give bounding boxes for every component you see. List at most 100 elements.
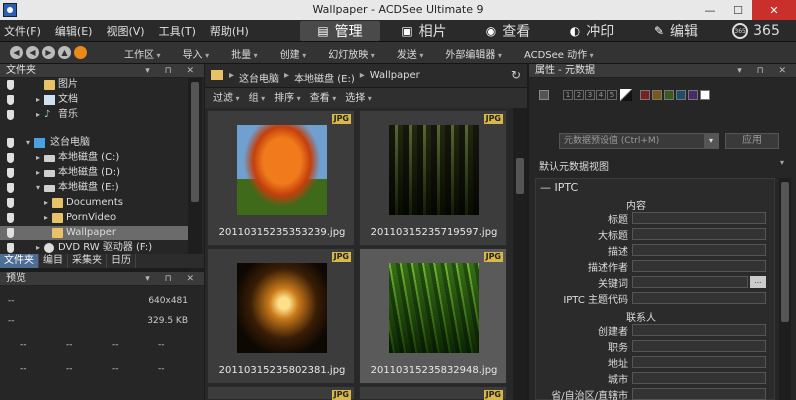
field-input[interactable] (632, 260, 766, 272)
expand-icon[interactable]: ▸ (44, 196, 48, 210)
color-label-green[interactable] (664, 90, 674, 100)
pin-icon[interactable] (7, 243, 14, 253)
toolbar-create[interactable]: 创建 (280, 46, 307, 61)
tab-catalog[interactable]: 编目 (39, 254, 68, 268)
mode-view[interactable]: ◉ 查看 (468, 21, 548, 41)
pin-icon[interactable] (7, 213, 14, 223)
folder-tree-item[interactable]: ▸ 本地磁盘 (D:) (0, 166, 188, 180)
metadata-scroll-thumb[interactable] (781, 182, 789, 322)
field-input[interactable] (632, 388, 766, 400)
toolbar-import[interactable]: 导入 (183, 46, 210, 61)
file-tile[interactable]: JPG 20110315235719597.jpg (359, 110, 507, 246)
menu-edit[interactable]: 编辑(E) (55, 23, 93, 39)
toolbar-send[interactable]: 发送 (397, 46, 424, 61)
color-label-purple[interactable] (688, 90, 698, 100)
filter-menu[interactable]: 过滤 (213, 90, 240, 108)
breadcrumb-wallpaper[interactable]: Wallpaper (370, 70, 420, 85)
pin-icon[interactable] (7, 168, 14, 178)
mode-develop[interactable]: ◐ 冲印 (552, 21, 632, 41)
metadata-preset-select[interactable]: 元数据预设值 (Ctrl+M) ▾ (559, 133, 719, 149)
file-tile[interactable]: JPG 20110315235832948.jpg (359, 248, 507, 384)
forward-icon[interactable]: ▶ (42, 46, 55, 59)
metadata-scrollbar[interactable] (779, 178, 791, 400)
menu-help[interactable]: 帮助(H) (210, 23, 249, 39)
tab-calendar[interactable]: 日历 (107, 254, 136, 268)
apply-button[interactable]: 应用 (725, 133, 779, 149)
file-list-scroll-thumb[interactable] (516, 158, 524, 194)
mode-edit[interactable]: ✎ 编辑 (636, 21, 716, 41)
toolbar-batch[interactable]: 批量 (231, 46, 258, 61)
clear-rating-icon[interactable] (620, 89, 632, 101)
color-label-yellow[interactable] (652, 90, 662, 100)
expand-icon[interactable]: ▸ (36, 151, 40, 165)
file-tile[interactable]: JPG 20110315235353239.jpg (207, 110, 355, 246)
back-icon[interactable]: ◀ (10, 46, 23, 59)
tab-folders[interactable]: 文件夹 (0, 254, 39, 268)
panel-controls[interactable]: ▾ ⊓ ✕ (145, 64, 200, 78)
file-list-scrollbar[interactable] (513, 108, 527, 400)
folders-scroll-thumb[interactable] (191, 82, 199, 202)
toolbar-slideshow[interactable]: 幻灯放映 (328, 46, 375, 61)
keywords-browse-button[interactable]: ... (750, 276, 766, 288)
pin-icon[interactable] (7, 110, 14, 120)
field-input[interactable] (632, 244, 766, 256)
chevron-down-icon[interactable]: ▾ (704, 134, 718, 148)
folder-tree-item[interactable]: ▸ Documents (0, 196, 188, 210)
menu-tools[interactable]: 工具(T) (159, 23, 196, 39)
expand-icon[interactable]: ▸ (36, 241, 40, 255)
tab-collections[interactable]: 采集夹 (68, 254, 107, 268)
folder-tree-item[interactable]: Wallpaper (0, 226, 188, 240)
menu-view[interactable]: 视图(V) (106, 23, 144, 39)
iptc-section-title[interactable]: — IPTC (540, 181, 578, 194)
preview-panel-controls[interactable]: ▾ ⊓ ✕ (145, 272, 200, 286)
rating-4[interactable]: 4 (596, 90, 606, 100)
color-label-red[interactable] (640, 90, 650, 100)
properties-panel-controls[interactable]: ▾ ⊓ ✕ (737, 64, 792, 78)
folder-tree-item[interactable]: ▾ 这台电脑 (0, 136, 188, 150)
toolbar-external-editor[interactable]: 外部编辑器 (445, 46, 502, 61)
folder-tree-item[interactable]: ▸ DVD RW 驱动器 (F:) (0, 241, 188, 255)
expand-icon[interactable]: ▾ (26, 136, 30, 150)
expand-icon[interactable]: ▾ (36, 181, 40, 195)
pin-icon[interactable] (7, 183, 14, 193)
close-button[interactable]: ✕ (752, 0, 796, 20)
mode-photos[interactable]: ▣ 相片 (384, 21, 464, 41)
group-menu[interactable]: 组 (249, 90, 266, 108)
toolbar-workspace[interactable]: 工作区 (124, 46, 161, 61)
folder-tree-item[interactable]: ▾ 本地磁盘 (E:) (0, 181, 188, 195)
sort-menu[interactable]: 排序 (274, 90, 301, 108)
field-input[interactable] (632, 228, 766, 240)
rating-1[interactable]: 1 (563, 90, 573, 100)
expand-icon[interactable]: ▸ (36, 93, 40, 107)
expand-icon[interactable]: ▸ (36, 166, 40, 180)
folder-tree-item[interactable]: ▸ ♪ 音乐 (0, 108, 188, 122)
select-menu[interactable]: 选择 (345, 90, 372, 108)
file-tile[interactable]: JPG 20110315235802381.jpg (207, 248, 355, 384)
pin-icon[interactable] (7, 95, 14, 105)
field-input[interactable] (632, 212, 766, 224)
breadcrumb-this-pc[interactable]: 这台电脑 (239, 70, 279, 85)
color-label-clear[interactable] (700, 90, 710, 100)
tag-checkbox[interactable] (539, 90, 549, 100)
file-tile[interactable]: JPG (207, 386, 355, 400)
field-input[interactable] (632, 292, 766, 304)
pin-icon[interactable] (7, 153, 14, 163)
field-input[interactable] (632, 372, 766, 384)
acdsee-home-icon[interactable] (74, 46, 87, 59)
up-icon[interactable]: ▲ (58, 46, 71, 59)
toolbar-actions[interactable]: ACDSee 动作 (524, 46, 594, 61)
color-label-blue[interactable] (676, 90, 686, 100)
field-input[interactable] (632, 340, 766, 352)
back-alt-icon[interactable]: ◀ (26, 46, 39, 59)
folder-tree-item[interactable]: ▸ 本地磁盘 (C:) (0, 151, 188, 165)
folder-tree-item[interactable]: ▸ 文档 (0, 93, 188, 107)
field-input[interactable] (632, 356, 766, 368)
breadcrumb-disk-e[interactable]: 本地磁盘 (E:) (294, 70, 355, 85)
file-tile[interactable]: JPG (359, 386, 507, 400)
metadata-view-select[interactable]: 默认元数据视图 ▾ (539, 158, 784, 173)
mode-manage[interactable]: ▤ 管理 (300, 21, 380, 41)
pin-icon[interactable] (7, 198, 14, 208)
mode-365[interactable]: 365 365 (720, 21, 792, 41)
pin-icon[interactable] (7, 138, 14, 148)
menu-file[interactable]: 文件(F) (4, 23, 41, 39)
